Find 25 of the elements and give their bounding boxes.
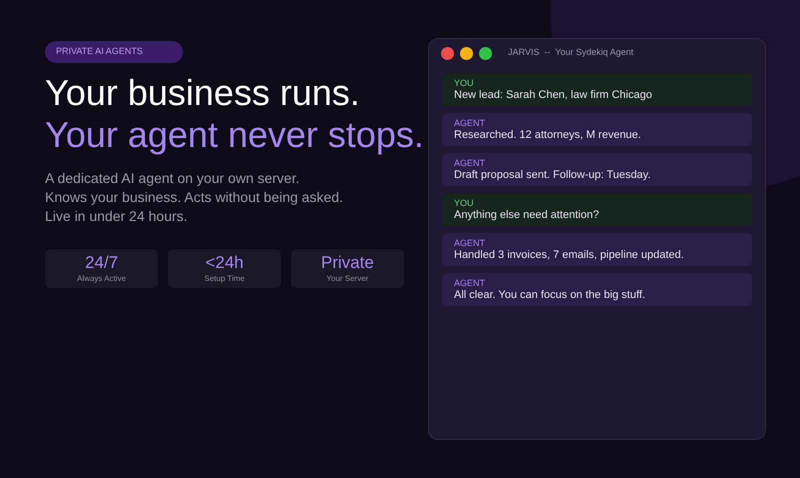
category-badge: PRIVATE AI AGENTS [45,41,183,63]
description-line: A dedicated AI agent on your own server. [45,169,301,188]
message-sender: YOU [454,198,475,208]
description-line: Live in under 24 hours. [45,207,188,226]
stat-value: <24h [205,254,244,272]
message-sender: AGENT [454,278,486,288]
message-text: Draft proposal sent. Follow-up: Tuesday. [454,168,652,182]
message-sender: AGENT [454,158,486,168]
stat-label: Your Server [326,274,368,284]
headline-accent: Your agent never stops. [45,113,423,157]
message-text: Anything else need attention? [454,208,600,222]
stat-label: Setup Time [204,274,245,284]
headline: Your business runs. [45,73,361,113]
message-text: Researched. 12 attorneys, M revenue. [454,128,642,142]
window-title: JARVIS -- Your Sydekiq Agent [508,46,634,60]
message-sender: AGENT [454,118,486,128]
message-text: All clear. You can focus on the big stuff. [454,288,646,302]
stat-label: Always Active [77,274,126,284]
message-text: Handled 3 invoices, 7 emails, pipeline updated. [454,248,685,262]
message-sender: AGENT [454,238,486,248]
description-line: Knows your business. Acts without being asked. [45,188,344,207]
message-sender: YOU [454,78,475,88]
stat-value: 24/7 [84,254,118,272]
stat-value: Private [321,254,374,272]
message-text: New lead: Sarah Chen, law firm Chicago [454,88,654,102]
